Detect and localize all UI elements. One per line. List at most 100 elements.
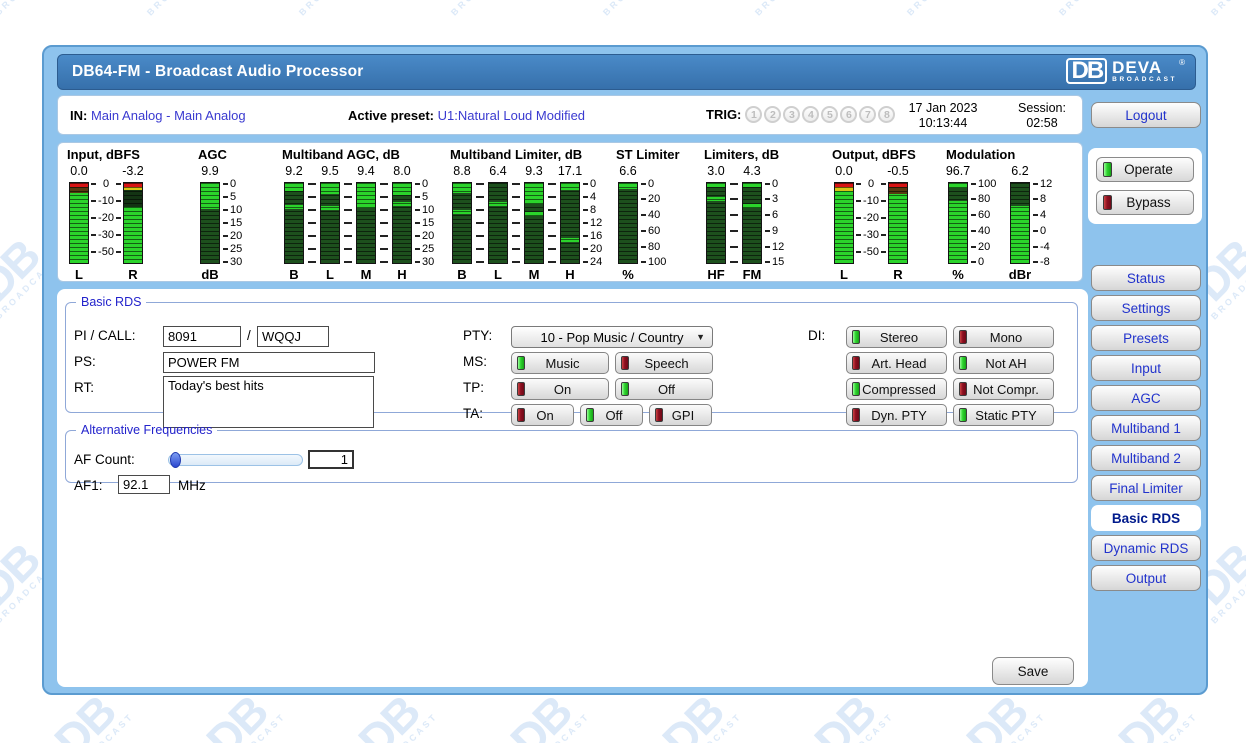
pty-select[interactable]: 10 - Pop Music / Country ▼	[511, 326, 713, 348]
ta-label: TA:	[463, 406, 483, 421]
meter-bar-multiband-limiter-db-b	[452, 182, 472, 264]
af-count-slider-thumb[interactable]	[170, 452, 181, 468]
meter-group-input-dbfs: Input, dBFS0.0L0-10-20-30-50-3.2R	[67, 147, 145, 280]
sidebar-item-final-limiter[interactable]: Final Limiter	[1091, 475, 1201, 501]
meter-bar-multiband-limiter-db-l	[488, 182, 508, 264]
operate-led-icon	[1103, 162, 1112, 177]
tp-label: TP:	[463, 380, 484, 395]
basic-rds-legend: Basic RDS	[76, 295, 146, 309]
ps-label: PS:	[74, 354, 96, 369]
toggle-mono[interactable]: Mono	[953, 326, 1054, 348]
toggle-stereo[interactable]: Stereo	[846, 326, 947, 348]
meter-group-limiters-db: Limiters, dB3.0HF4.3FM03691215	[704, 147, 790, 280]
di-label: DI:	[808, 328, 825, 343]
sidebar-item-multiband-2[interactable]: Multiband 2	[1091, 445, 1201, 471]
toggle-music[interactable]: Music	[511, 352, 609, 374]
watermark-logo: DBBROADCAST	[725, 0, 820, 18]
toggle-not-ah[interactable]: Not AH	[953, 352, 1054, 374]
led-red-icon	[959, 382, 967, 396]
meter-bar-multiband-limiter-db-h	[560, 182, 580, 264]
preset-label: Active preset:	[348, 108, 434, 123]
chevron-down-icon: ▼	[696, 332, 705, 342]
led-red-icon	[517, 408, 525, 422]
save-button[interactable]: Save	[992, 657, 1074, 685]
meter-bar-modulation-	[948, 182, 968, 264]
meter-bar-multiband-agc-db-m	[356, 182, 376, 264]
af-count-slider[interactable]	[168, 454, 303, 466]
page-title: DB64-FM - Broadcast Audio Processor	[58, 63, 364, 81]
af-count-value[interactable]	[308, 450, 354, 469]
meter-bar-multiband-agc-db-h	[392, 182, 412, 264]
watermark-logo: DBBROADCAST	[1029, 0, 1124, 18]
toggle-off[interactable]: Off	[615, 378, 713, 400]
watermark-logo: DBBROADCAST	[117, 0, 212, 18]
sidebar-item-multiband-1[interactable]: Multiband 1	[1091, 415, 1201, 441]
call-input[interactable]	[257, 326, 329, 347]
trig-button-6[interactable]: 6	[840, 106, 857, 123]
ms-label: MS:	[463, 354, 487, 369]
sidebar-item-status[interactable]: Status	[1091, 265, 1201, 291]
sidebar-item-settings[interactable]: Settings	[1091, 295, 1201, 321]
pi-input[interactable]	[163, 326, 241, 347]
status-info-bar: IN: Main Analog - Main Analog Active pre…	[57, 95, 1083, 135]
sidebar-item-output[interactable]: Output	[1091, 565, 1201, 591]
trig-button-3[interactable]: 3	[783, 106, 800, 123]
pi-call-label: PI / CALL:	[74, 328, 136, 343]
session-display: Session: 02:58	[1006, 101, 1078, 131]
basic-rds-fieldset: Basic RDS PI / CALL: / PS: RT: Today's b…	[65, 295, 1078, 413]
meters-panel: Input, dBFS0.0L0-10-20-30-50-3.2RAGC9.9d…	[57, 142, 1083, 282]
led-red-icon	[852, 356, 860, 370]
led-red-icon	[621, 356, 629, 370]
trig-button-4[interactable]: 4	[802, 106, 819, 123]
toggle-not-compr[interactable]: Not Compr.	[953, 378, 1054, 400]
di-row-1: Stereo Mono	[846, 326, 1054, 348]
meter-group-multiband-agc-db: Multiband AGC, dB9.2B9.5L9.4M8.0H0510152…	[282, 147, 442, 280]
di-row-3: Compressed Not Compr.	[846, 378, 1054, 400]
trig-button-7[interactable]: 7	[859, 106, 876, 123]
trig-button-5[interactable]: 5	[821, 106, 838, 123]
logo-subtitle: BROADCAST	[1112, 77, 1177, 84]
deva-logo: DB DEVA BROADCAST ®	[1066, 58, 1185, 84]
title-bar: DB64-FM - Broadcast Audio Processor DB D…	[57, 54, 1196, 90]
af1-unit: MHz	[178, 478, 206, 493]
sidebar-item-basic-rds[interactable]: Basic RDS	[1091, 505, 1201, 531]
in-label: IN:	[70, 108, 87, 123]
led-red-icon	[959, 330, 967, 344]
meter-group-st-limiter: ST Limiter6.6%020406080100	[616, 147, 680, 280]
logout-button[interactable]: Logout	[1091, 102, 1201, 128]
meter-bar-limiters-db-fm	[742, 182, 762, 264]
sidebar-item-dynamic-rds[interactable]: Dynamic RDS	[1091, 535, 1201, 561]
pi-call-separator: /	[247, 328, 251, 343]
bypass-button[interactable]: Bypass	[1096, 190, 1194, 215]
ps-input[interactable]	[163, 352, 375, 373]
in-value: Main Analog - Main Analog	[91, 108, 246, 123]
bypass-led-icon	[1103, 195, 1112, 210]
meter-bar-agc-db	[200, 182, 220, 264]
meter-group-output-dbfs: Output, dBFS0.0L0-10-20-30-50-0.5R	[832, 147, 916, 280]
app-window: DB64-FM - Broadcast Audio Processor DB D…	[42, 45, 1208, 695]
rt-textarea[interactable]: Today's best hits	[163, 376, 374, 428]
toggle-on[interactable]: On	[511, 378, 609, 400]
sidebar-item-input[interactable]: Input	[1091, 355, 1201, 381]
toggle-speech[interactable]: Speech	[615, 352, 713, 374]
watermark-logo: DBBROADCAST	[0, 0, 60, 18]
trig-button-2[interactable]: 2	[764, 106, 781, 123]
meter-bar-st-limiter-	[618, 182, 638, 264]
af1-input[interactable]	[118, 475, 170, 494]
led-green-icon	[852, 330, 860, 344]
operate-button[interactable]: Operate	[1096, 157, 1194, 182]
meter-group-multiband-limiter-db: Multiband Limiter, dB8.8B6.4L9.3M17.1H04…	[450, 147, 610, 280]
af1-label: AF1:	[74, 478, 103, 493]
sidebar-item-agc[interactable]: AGC	[1091, 385, 1201, 411]
trig-button-1[interactable]: 1	[745, 106, 762, 123]
datetime-display: 17 Jan 2023 10:13:44	[888, 101, 998, 131]
sidebar-item-presets[interactable]: Presets	[1091, 325, 1201, 351]
toggle-art-head[interactable]: Art. Head	[846, 352, 947, 374]
alternative-frequencies-fieldset: Alternative Frequencies AF Count: AF1: M…	[65, 423, 1078, 483]
meter-bar-output-dbfs-r	[888, 182, 908, 264]
meter-group-modulation: Modulation96.7%1008060402006.2dBr12840-4…	[946, 147, 1060, 280]
tp-toggle-group: On Off	[511, 378, 713, 400]
toggle-compressed[interactable]: Compressed	[846, 378, 947, 400]
deva-db-mark-icon: DB	[1066, 58, 1107, 84]
preset-value: U1:Natural Loud Modified	[438, 108, 585, 123]
